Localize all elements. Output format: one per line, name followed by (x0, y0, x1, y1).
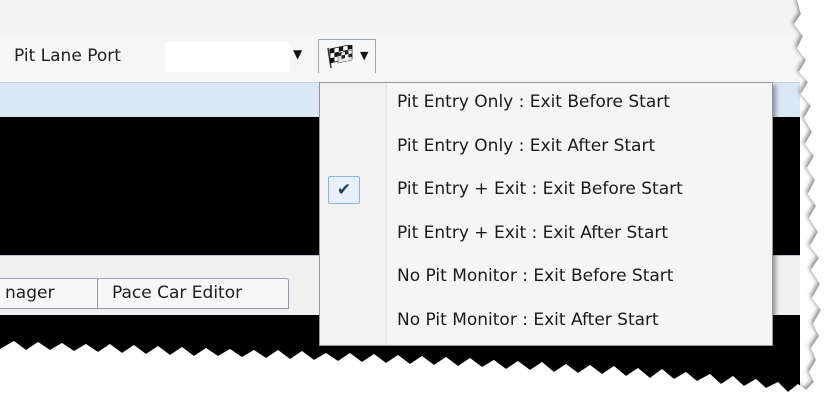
torn-edge-decoration (0, 0, 830, 398)
screenshot-stage: Pit Lane Port ▼ ▼ nager Pace Car Editor … (0, 0, 830, 398)
